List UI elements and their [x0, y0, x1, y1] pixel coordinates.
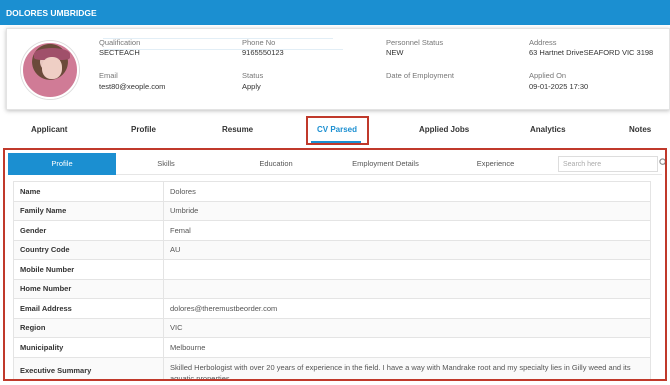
table-row: Name Dolores	[13, 181, 651, 202]
address-label: Address	[529, 38, 557, 47]
tab-resume[interactable]: Resume	[222, 125, 253, 134]
row-value: AU	[163, 239, 651, 260]
row-value: Umbride	[163, 200, 651, 221]
tab-analytics[interactable]: Analytics	[530, 125, 566, 134]
avatar	[21, 41, 79, 99]
personnel-status-label: Personnel Status	[386, 38, 444, 47]
subtab-profile[interactable]: Profile	[8, 153, 116, 175]
search-placeholder: Search here	[563, 161, 602, 168]
tab-notes[interactable]: Notes	[629, 125, 651, 134]
row-key: Municipality	[13, 337, 164, 358]
subtab-skills[interactable]: Skills	[116, 153, 216, 175]
personnel-status-value: NEW	[386, 48, 404, 57]
search-icon[interactable]	[659, 158, 667, 167]
table-row: Mobile Number	[13, 259, 651, 280]
row-value: VIC	[163, 317, 651, 338]
email-label: Email	[99, 71, 118, 80]
row-value: dolores@theremustbeorder.com	[163, 298, 651, 319]
applied-on-label: Applied On	[529, 71, 567, 80]
row-key: Mobile Number	[13, 259, 164, 280]
date-employment-label: Date of Employment	[386, 71, 454, 80]
row-key: Country Code	[13, 239, 164, 260]
row-value	[163, 259, 651, 280]
row-key: Gender	[13, 220, 164, 241]
row-key: Family Name	[13, 200, 164, 221]
tab-profile[interactable]: Profile	[131, 125, 156, 134]
sub-tabs: Profile Skills Education Employment Deta…	[8, 153, 665, 175]
row-key: Executive Summary	[13, 356, 164, 379]
cv-profile-table: Name Dolores Family Name Umbride Gender Fem…	[13, 181, 651, 379]
row-value	[163, 278, 651, 299]
table-row: Family Name Umbride	[13, 200, 651, 221]
table-row: Gender Femal	[13, 220, 651, 241]
tab-applicant[interactable]: Applicant	[31, 125, 67, 134]
tab-highlight-box	[306, 116, 369, 145]
tab-applied-jobs[interactable]: Applied Jobs	[419, 125, 469, 134]
table-row: Municipality Melbourne	[13, 337, 651, 358]
row-key: Name	[13, 181, 164, 202]
applied-on-value: 09-01-2025 17:30	[529, 82, 589, 91]
subtab-experience[interactable]: Experience	[448, 153, 543, 175]
row-key: Region	[13, 317, 164, 338]
table-row: Email Address dolores@theremustbeorder.co…	[13, 298, 651, 319]
email-value: test80@xeople.com	[99, 82, 166, 91]
qualification-label: Qualification	[99, 38, 141, 47]
subtab-employment-details[interactable]: Employment Details	[328, 153, 443, 175]
subtab-education[interactable]: Education	[226, 153, 326, 175]
phone-label: Phone No	[242, 38, 276, 47]
table-row: Region VIC	[13, 317, 651, 338]
table-row: Executive Summary Skilled Herbologist wit…	[13, 356, 651, 379]
table-row: Home Number	[13, 278, 651, 299]
row-value: Femal	[163, 220, 651, 241]
status-label: Status	[242, 71, 264, 80]
cv-parsed-panel: Profile Skills Education Employment Deta…	[3, 148, 667, 381]
table-row: Country Code AU	[13, 239, 651, 260]
row-value: Skilled Herbologist with over 20 years o…	[163, 356, 651, 379]
candidate-name-title: DOLORES UMBRIDGE	[6, 8, 97, 18]
search-input[interactable]: Search here	[558, 156, 658, 172]
status-value: Apply	[242, 82, 261, 91]
row-value: Dolores	[163, 181, 651, 202]
row-key: Home Number	[13, 278, 164, 299]
row-value: Melbourne	[163, 337, 651, 358]
row-key: Email Address	[13, 298, 164, 319]
qualification-value: SECTEACH	[99, 48, 140, 57]
address-value: 63 Hartnet DriveSEAFORD VIC 3198	[529, 48, 654, 57]
phone-value: 9165550123	[242, 48, 284, 57]
profile-card: Qualification SECTEACH Phone No 91655501…	[6, 28, 670, 110]
header-bar: DOLORES UMBRIDGE	[0, 0, 670, 25]
